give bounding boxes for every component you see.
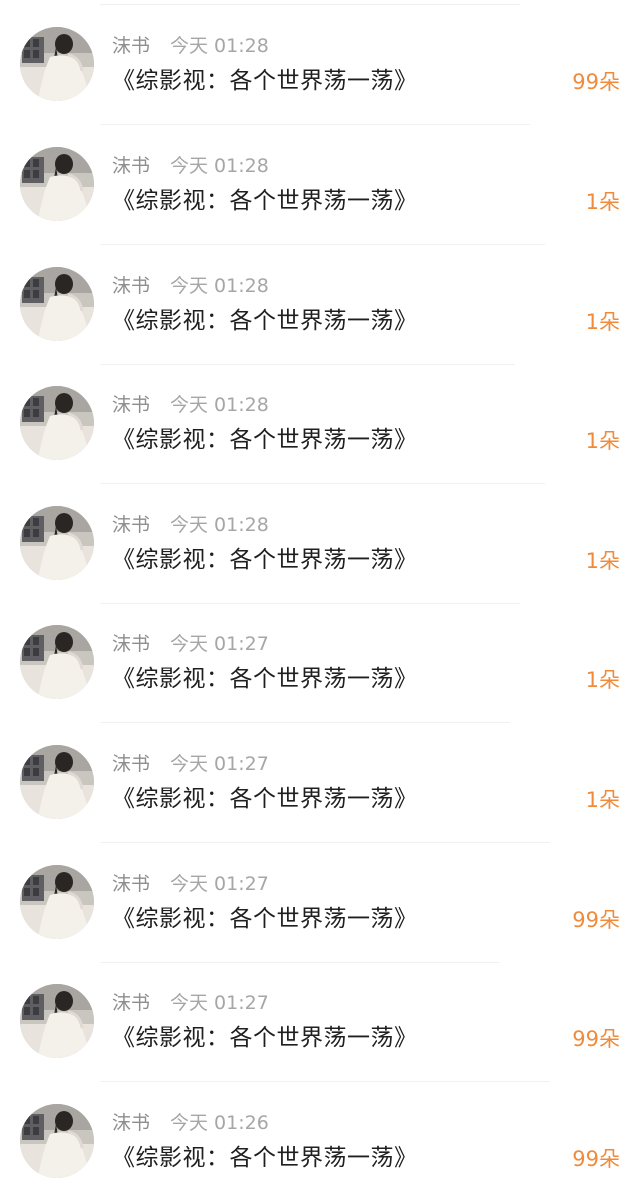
list-item[interactable]: 沫书 今天 01:27 《综影视：各个世界荡一荡》 1朵 bbox=[0, 718, 640, 843]
gift-count: 1朵 bbox=[585, 549, 620, 573]
sender-name: 沫书 bbox=[112, 633, 151, 655]
avatar[interactable] bbox=[20, 147, 94, 221]
avatar[interactable] bbox=[20, 1104, 94, 1178]
message-text: 《综影视：各个世界荡一荡》 bbox=[112, 1025, 418, 1051]
gift-count: 1朵 bbox=[585, 429, 620, 453]
message-text: 《综影视：各个世界荡一荡》 bbox=[112, 547, 418, 573]
sender-name: 沫书 bbox=[112, 753, 151, 775]
list-item[interactable]: 沫书 今天 01:28 《综影视：各个世界荡一荡》 99朵 bbox=[0, 0, 640, 125]
gift-count: 99朵 bbox=[572, 1027, 620, 1051]
list-item[interactable]: 沫书 今天 01:28 《综影视：各个世界荡一荡》 1朵 bbox=[0, 359, 640, 484]
timestamp: 今天 01:28 bbox=[170, 275, 269, 297]
message-text: 《综影视：各个世界荡一荡》 bbox=[112, 188, 418, 214]
timestamp: 今天 01:27 bbox=[170, 633, 269, 655]
sender-name: 沫书 bbox=[112, 35, 151, 57]
avatar[interactable] bbox=[20, 984, 94, 1058]
timestamp: 今天 01:26 bbox=[170, 1112, 269, 1134]
list-item[interactable]: 沫书 今天 01:28 《综影视：各个世界荡一荡》 1朵 bbox=[0, 240, 640, 365]
timestamp: 今天 01:27 bbox=[170, 873, 269, 895]
avatar-image bbox=[20, 984, 94, 1058]
list-item[interactable]: 沫书 今天 01:27 《综影视：各个世界荡一荡》 1朵 bbox=[0, 598, 640, 723]
list-item[interactable]: 沫书 今天 01:26 《综影视：各个世界荡一荡》 99朵 bbox=[0, 1077, 640, 1196]
timestamp: 今天 01:28 bbox=[170, 35, 269, 57]
sender-name: 沫书 bbox=[112, 275, 151, 297]
avatar-image bbox=[20, 745, 94, 819]
avatar-image bbox=[20, 506, 94, 580]
message-text: 《综影视：各个世界荡一荡》 bbox=[112, 786, 418, 812]
sender-name: 沫书 bbox=[112, 1112, 151, 1134]
timestamp: 今天 01:28 bbox=[170, 514, 269, 536]
message-text: 《综影视：各个世界荡一荡》 bbox=[112, 427, 418, 453]
avatar[interactable] bbox=[20, 506, 94, 580]
gift-count: 1朵 bbox=[585, 788, 620, 812]
timestamp: 今天 01:27 bbox=[170, 992, 269, 1014]
gift-count: 1朵 bbox=[585, 310, 620, 334]
avatar-image bbox=[20, 386, 94, 460]
avatar-image bbox=[20, 625, 94, 699]
gift-count: 99朵 bbox=[572, 70, 620, 94]
sender-name: 沫书 bbox=[112, 514, 151, 536]
gift-count: 1朵 bbox=[585, 668, 620, 692]
message-text: 《综影视：各个世界荡一荡》 bbox=[112, 666, 418, 692]
message-text: 《综影视：各个世界荡一荡》 bbox=[112, 68, 418, 94]
gift-count: 99朵 bbox=[572, 908, 620, 932]
avatar-image bbox=[20, 147, 94, 221]
message-text: 《综影视：各个世界荡一荡》 bbox=[112, 906, 418, 932]
sender-name: 沫书 bbox=[112, 394, 151, 416]
avatar-image bbox=[20, 267, 94, 341]
avatar[interactable] bbox=[20, 745, 94, 819]
avatar[interactable] bbox=[20, 386, 94, 460]
timestamp: 今天 01:28 bbox=[170, 394, 269, 416]
avatar[interactable] bbox=[20, 27, 94, 101]
sender-name: 沫书 bbox=[112, 992, 151, 1014]
gift-count: 1朵 bbox=[585, 190, 620, 214]
sender-name: 沫书 bbox=[112, 873, 151, 895]
avatar[interactable] bbox=[20, 267, 94, 341]
avatar-image bbox=[20, 1104, 94, 1178]
message-text: 《综影视：各个世界荡一荡》 bbox=[112, 308, 418, 334]
avatar[interactable] bbox=[20, 625, 94, 699]
avatar-image bbox=[20, 865, 94, 939]
list-item[interactable]: 沫书 今天 01:28 《综影视：各个世界荡一荡》 1朵 bbox=[0, 479, 640, 604]
timestamp: 今天 01:28 bbox=[170, 155, 269, 177]
avatar[interactable] bbox=[20, 865, 94, 939]
list-item[interactable]: 沫书 今天 01:27 《综影视：各个世界荡一荡》 99朵 bbox=[0, 957, 640, 1082]
gift-count: 99朵 bbox=[572, 1147, 620, 1171]
list-item[interactable]: 沫书 今天 01:28 《综影视：各个世界荡一荡》 1朵 bbox=[0, 120, 640, 245]
message-text: 《综影视：各个世界荡一荡》 bbox=[112, 1145, 418, 1171]
list-item[interactable]: 沫书 今天 01:27 《综影视：各个世界荡一荡》 99朵 bbox=[0, 838, 640, 963]
sender-name: 沫书 bbox=[112, 155, 151, 177]
avatar-image bbox=[20, 27, 94, 101]
timestamp: 今天 01:27 bbox=[170, 753, 269, 775]
